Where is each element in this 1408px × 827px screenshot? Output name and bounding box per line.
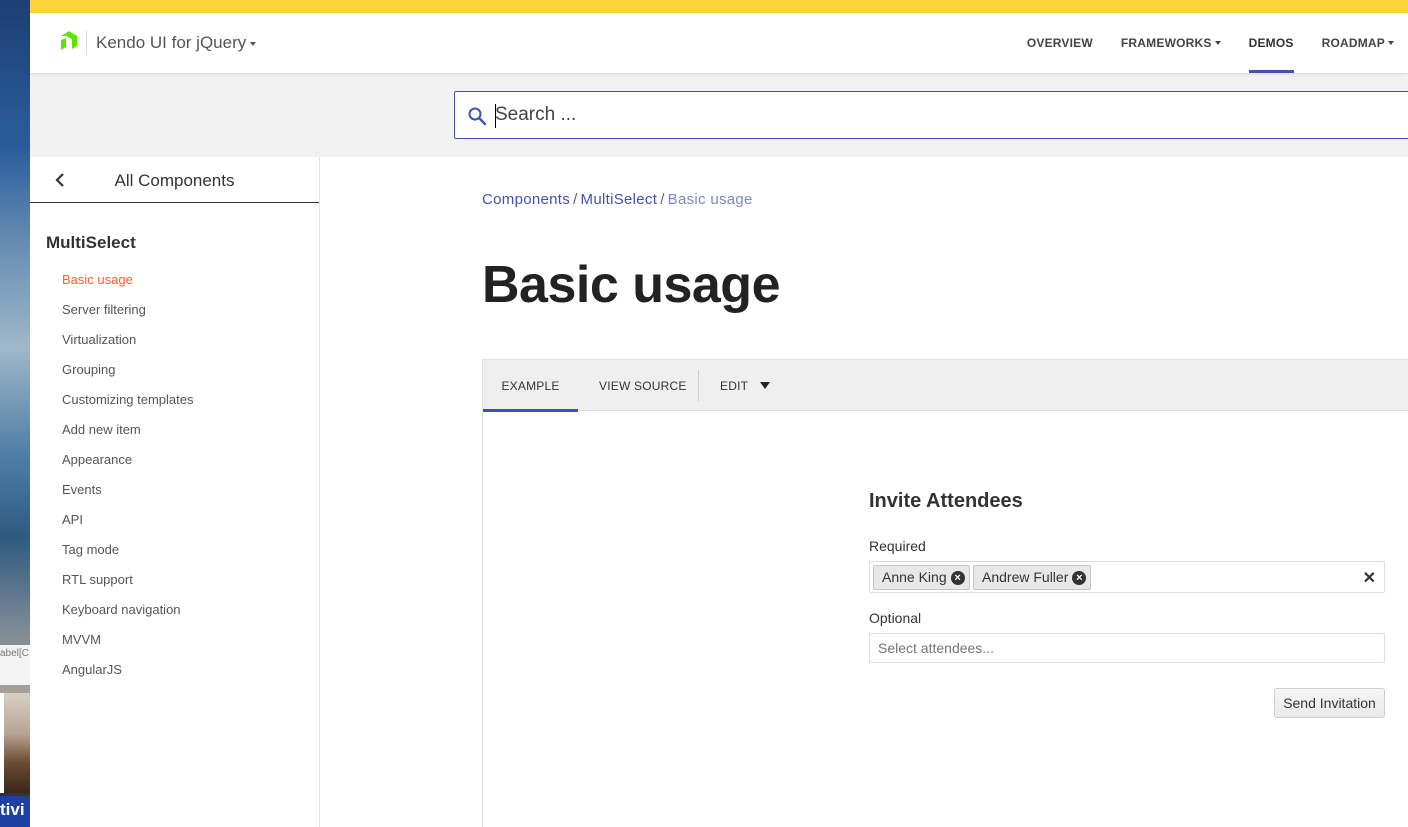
sidebar-item-customizing-templates[interactable]: Customizing templates	[62, 390, 194, 420]
chevron-down-icon	[250, 41, 257, 46]
site-header: Kendo UI for jQuery OVERVIEW FRAMEWORKS …	[30, 13, 1408, 73]
progress-logo-icon[interactable]	[58, 31, 80, 53]
background-activity-fragment: tivi	[0, 796, 30, 827]
chevron-down-icon	[1214, 41, 1221, 45]
breadcrumb-components[interactable]: Components	[482, 191, 570, 208]
tab-edit[interactable]: EDIT	[720, 360, 771, 411]
sidebar-item-virtualization[interactable]: Virtualization	[62, 330, 194, 360]
clear-icon[interactable]: ✕	[1363, 568, 1376, 588]
sidebar-list: Basic usage Server filtering Virtualizat…	[62, 270, 194, 690]
top-banner-strip	[30, 0, 1408, 13]
chevron-down-icon	[1388, 41, 1394, 45]
demo-tabbar: EXAMPLE VIEW SOURCE EDIT	[483, 360, 1408, 412]
background-label-fragment: abel[C	[0, 645, 30, 685]
search-box[interactable]	[454, 91, 1408, 139]
sidebar-item-basic-usage[interactable]: Basic usage	[62, 270, 194, 300]
sidebar-item-api[interactable]: API	[62, 510, 194, 540]
background-photo-fragment	[0, 693, 30, 793]
required-label: Required	[869, 538, 926, 554]
sidebar-header: All Components	[30, 157, 319, 203]
nav-demos-label: DEMOS	[1248, 36, 1294, 50]
nav-roadmap[interactable]: ROADMAP	[1308, 13, 1408, 73]
nav-overview[interactable]: OVERVIEW	[1013, 13, 1107, 73]
sidebar-item-mvvm[interactable]: MVVM	[62, 630, 194, 660]
optional-label: Optional	[869, 610, 922, 626]
nav-roadmap-label: ROADMAP	[1321, 36, 1385, 50]
background-photo-border	[0, 693, 4, 793]
desktop-background: abel[C tivi	[0, 0, 30, 827]
sidebar-item-keyboard-navigation[interactable]: Keyboard navigation	[62, 600, 194, 630]
sidebar-item-angularjs[interactable]: AngularJS	[62, 660, 194, 690]
form-title: Invite Attendees	[869, 490, 1023, 512]
sidebar-item-rtl-support[interactable]: RTL support	[62, 570, 194, 600]
page-title: Basic usage	[482, 256, 781, 314]
product-name: Kendo UI for jQuery	[96, 33, 247, 52]
search-icon	[468, 107, 487, 126]
tag-label: Anne King	[882, 569, 947, 585]
product-switcher[interactable]: Kendo UI for jQuery	[96, 33, 257, 53]
tab-edit-label: EDIT	[720, 378, 749, 393]
text-cursor	[495, 104, 496, 128]
optional-multiselect[interactable]	[869, 633, 1385, 663]
sidebar-item-appearance[interactable]: Appearance	[62, 450, 194, 480]
nav-overview-label: OVERVIEW	[1026, 36, 1093, 50]
logo-divider	[86, 31, 87, 55]
nav-demos[interactable]: DEMOS	[1235, 13, 1308, 73]
attendee-tag: Andrew Fuller ×	[973, 565, 1092, 590]
sidebar-item-grouping[interactable]: Grouping	[62, 360, 194, 390]
sidebar: All Components MultiSelect Basic usage S…	[30, 157, 320, 827]
breadcrumb-separator: /	[660, 191, 665, 208]
tag-label: Andrew Fuller	[982, 569, 1069, 585]
demo-container: EXAMPLE VIEW SOURCE EDIT Invite Attendee…	[482, 359, 1408, 827]
breadcrumb-separator: /	[573, 191, 578, 208]
breadcrumb-multiselect[interactable]: MultiSelect	[581, 191, 658, 208]
search-input[interactable]	[495, 100, 1395, 130]
send-invitation-button[interactable]: Send Invitation	[1274, 688, 1385, 718]
sidebar-group-title: MultiSelect	[46, 233, 136, 252]
breadcrumb-current: Basic usage	[667, 191, 753, 208]
required-multiselect[interactable]: Anne King × Andrew Fuller × ✕	[869, 561, 1385, 593]
tab-example-label: EXAMPLE	[501, 378, 560, 393]
tab-view-source[interactable]: VIEW SOURCE	[599, 360, 687, 411]
sidebar-item-server-filtering[interactable]: Server filtering	[62, 300, 194, 330]
sidebar-item-add-new-item[interactable]: Add new item	[62, 420, 194, 450]
remove-tag-icon[interactable]: ×	[950, 571, 965, 585]
breadcrumb: Components / MultiSelect / Basic usage	[482, 191, 753, 208]
tab-divider	[698, 370, 699, 401]
tab-example[interactable]: EXAMPLE	[483, 360, 578, 412]
main-nav: OVERVIEW FRAMEWORKS DEMOS ROADMAP	[1013, 13, 1408, 73]
search-band	[30, 73, 1408, 157]
attendee-tag: Anne King ×	[873, 565, 970, 590]
caret-down-icon	[760, 382, 771, 389]
sidebar-item-tag-mode[interactable]: Tag mode	[62, 540, 194, 570]
sidebar-title[interactable]: All Components	[30, 171, 319, 191]
nav-frameworks-label: FRAMEWORKS	[1120, 36, 1212, 50]
browser-page: Kendo UI for jQuery OVERVIEW FRAMEWORKS …	[30, 0, 1408, 827]
nav-frameworks[interactable]: FRAMEWORKS	[1107, 13, 1235, 73]
remove-tag-icon[interactable]: ×	[1072, 571, 1087, 585]
main-content: Components / MultiSelect / Basic usage Basic…	[320, 157, 1408, 827]
sidebar-item-events[interactable]: Events	[62, 480, 194, 510]
tab-view-source-label: VIEW SOURCE	[599, 378, 687, 393]
